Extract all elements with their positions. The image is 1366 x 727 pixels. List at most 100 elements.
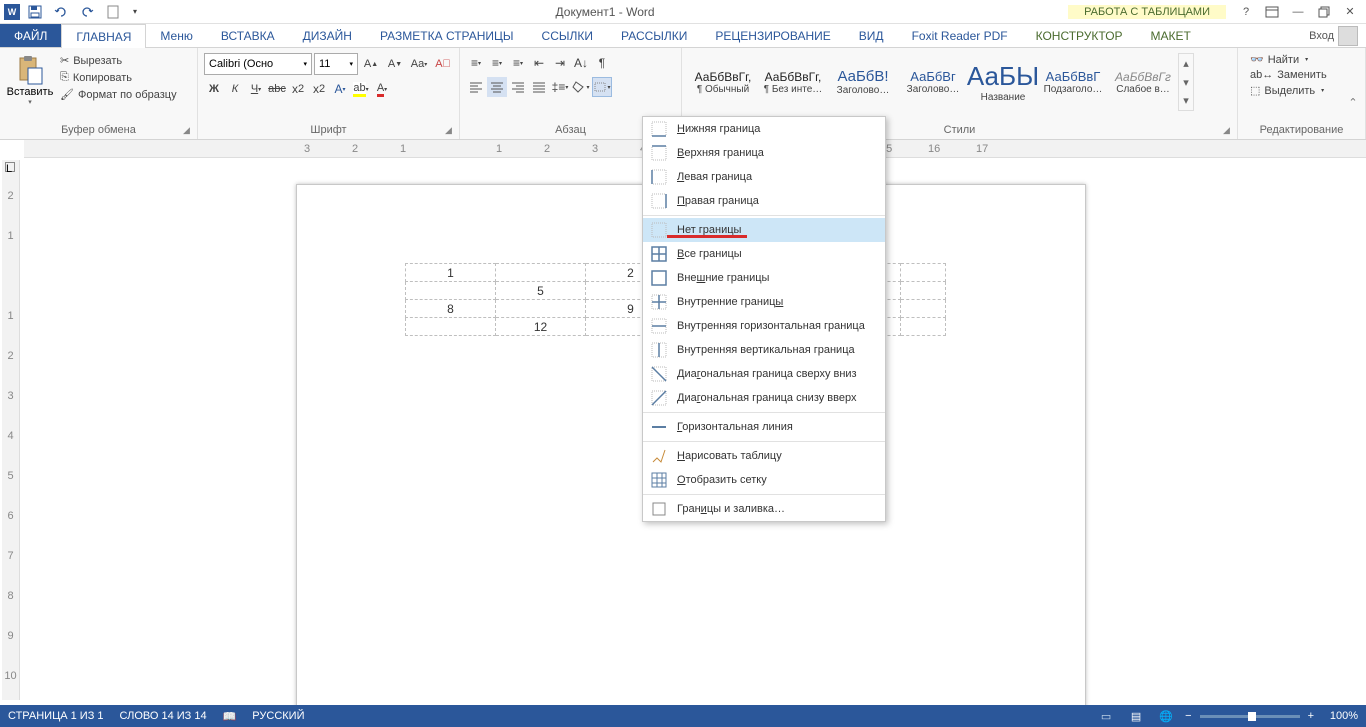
cut-button[interactable]: ✂Вырезать [56, 53, 181, 68]
select-button[interactable]: ⬚Выделить▾ [1246, 83, 1331, 98]
border-menu-item-8[interactable]: Внутренняя горизонтальная граница [643, 314, 885, 338]
zoom-slider[interactable] [1200, 715, 1300, 718]
restore-button[interactable] [1312, 2, 1336, 22]
increase-indent-button[interactable]: ⇥ [550, 53, 570, 73]
status-spell-icon[interactable]: 📖 [223, 710, 237, 723]
border-menu-item-2[interactable]: Левая граница [643, 165, 885, 189]
signin-label[interactable]: Вход [1309, 30, 1334, 42]
tab-references[interactable]: ССЫЛКИ [528, 24, 607, 47]
sort-button[interactable]: A↓ [571, 53, 591, 73]
border-menu-item-4[interactable]: Нет границы [643, 218, 885, 242]
tab-foxit[interactable]: Foxit Reader PDF [898, 24, 1022, 47]
tab-home[interactable]: ГЛАВНАЯ [61, 24, 146, 48]
copy-button[interactable]: ⎘Копировать [56, 70, 181, 85]
align-center-button[interactable] [487, 77, 507, 97]
table-cell[interactable]: 8 [406, 300, 496, 318]
tab-view[interactable]: ВИД [845, 24, 898, 47]
qat-new[interactable] [102, 2, 124, 22]
table-cell[interactable]: 5 [496, 282, 586, 300]
table-cell[interactable] [496, 300, 586, 318]
style-heading1[interactable]: АаБбВ!Заголово… [828, 53, 898, 111]
status-page[interactable]: СТРАНИЦА 1 ИЗ 1 [8, 710, 104, 722]
border-menu-item-5[interactable]: Все границы [643, 242, 885, 266]
user-avatar-placeholder[interactable] [1338, 26, 1358, 46]
multilevel-list-button[interactable]: ≡▾ [508, 53, 528, 73]
style-subtitle[interactable]: АаБбВвГПодзаголо… [1038, 53, 1108, 111]
italic-button[interactable]: К [225, 79, 245, 99]
border-menu-item-6[interactable]: Внешние границы [643, 266, 885, 290]
border-menu-item-7[interactable]: Внутренние границы [643, 290, 885, 314]
replace-button[interactable]: ab↔Заменить [1246, 68, 1331, 82]
shading-button[interactable]: ▾ [571, 77, 591, 97]
qat-redo[interactable] [76, 2, 98, 22]
tab-design[interactable]: ДИЗАЙН [289, 24, 366, 47]
qat-save[interactable] [24, 2, 46, 22]
table-cell[interactable] [901, 300, 946, 318]
bullets-button[interactable]: ≡▾ [466, 53, 486, 73]
table-cell[interactable] [901, 282, 946, 300]
border-menu-item-11[interactable]: Диагональная граница снизу вверх [643, 386, 885, 410]
text-effects-button[interactable]: A▾ [330, 79, 350, 99]
strikethrough-button[interactable]: abc [267, 79, 287, 99]
superscript-button[interactable]: x2 [309, 79, 329, 99]
tab-selector[interactable]: L [5, 162, 15, 172]
clear-formatting-button[interactable]: A⃠ [432, 53, 454, 75]
help-button[interactable]: ? [1234, 2, 1258, 22]
style-normal[interactable]: АаБбВвГг,¶ Обычный [688, 53, 758, 111]
border-menu-item-9[interactable]: Внутренняя вертикальная граница [643, 338, 885, 362]
change-case-button[interactable]: Aa▾ [408, 53, 430, 75]
collapse-ribbon-button[interactable]: ⌃ [1344, 93, 1362, 111]
border-menu-item-3[interactable]: Правая граница [643, 189, 885, 213]
grow-font-button[interactable]: A▲ [360, 53, 382, 75]
ribbon-display-options[interactable] [1260, 2, 1284, 22]
border-menu-item-15[interactable]: Границы и заливка… [643, 497, 885, 521]
font-size-combo[interactable]: 11▾ [314, 53, 358, 75]
font-name-combo[interactable]: Calibri (Осно▾ [204, 53, 312, 75]
font-dialog-launcher[interactable]: ◢ [445, 125, 457, 137]
border-menu-item-13[interactable]: Нарисовать таблицу [643, 444, 885, 468]
style-subtle[interactable]: АаБбВвГгСлабое в… [1108, 53, 1178, 111]
table-cell[interactable] [406, 318, 496, 336]
vertical-ruler[interactable]: L 211234567891011 [2, 160, 20, 700]
tab-insert[interactable]: ВСТАВКА [207, 24, 289, 47]
styles-gallery-scroll[interactable]: ▴▾▾ [1178, 53, 1194, 111]
tab-table-design[interactable]: КОНСТРУКТОР [1022, 24, 1137, 47]
qat-customize-dropdown[interactable]: ▾ [128, 2, 142, 22]
show-marks-button[interactable]: ¶ [592, 53, 612, 73]
align-right-button[interactable] [508, 77, 528, 97]
minimize-button[interactable]: — [1286, 2, 1310, 22]
paste-button[interactable]: Вставить ▾ [6, 50, 54, 106]
justify-button[interactable] [529, 77, 549, 97]
zoom-in-button[interactable]: + [1308, 710, 1314, 722]
zoom-level[interactable]: 100% [1322, 710, 1358, 722]
decrease-indent-button[interactable]: ⇤ [529, 53, 549, 73]
tab-menu[interactable]: Меню [146, 24, 206, 47]
view-print-layout[interactable]: ▤ [1125, 707, 1147, 725]
tab-file[interactable]: ФАЙЛ [0, 24, 61, 47]
tab-page-layout[interactable]: РАЗМЕТКА СТРАНИЦЫ [366, 24, 528, 47]
border-menu-item-0[interactable]: Нижняя граница [643, 117, 885, 141]
table-cell[interactable] [496, 264, 586, 282]
font-color-button[interactable]: A▾ [372, 79, 392, 99]
table-cell[interactable] [901, 318, 946, 336]
tab-mailings[interactable]: РАССЫЛКИ [607, 24, 701, 47]
format-painter-button[interactable]: 🖌Формат по образцу [56, 87, 181, 102]
view-web-layout[interactable]: 🌐 [1155, 707, 1177, 725]
table-cell[interactable] [901, 264, 946, 282]
numbering-button[interactable]: ≡▾ [487, 53, 507, 73]
tab-table-layout[interactable]: МАКЕТ [1137, 24, 1205, 47]
zoom-out-button[interactable]: − [1185, 710, 1191, 722]
borders-button[interactable]: ▾ [592, 77, 612, 97]
style-title[interactable]: АаБЫНазвание [968, 53, 1038, 111]
border-menu-item-12[interactable]: Горизонтальная линия [643, 415, 885, 439]
status-language[interactable]: РУССКИЙ [252, 710, 304, 722]
clipboard-dialog-launcher[interactable]: ◢ [183, 125, 195, 137]
bold-button[interactable]: Ж [204, 79, 224, 99]
border-menu-item-1[interactable]: Верхняя граница [643, 141, 885, 165]
qat-undo[interactable] [50, 2, 72, 22]
status-word-count[interactable]: СЛОВО 14 ИЗ 14 [120, 710, 207, 722]
underline-button[interactable]: Ч▾ [246, 79, 266, 99]
border-menu-item-14[interactable]: Отобразить сетку [643, 468, 885, 492]
subscript-button[interactable]: x2 [288, 79, 308, 99]
border-menu-item-10[interactable]: Диагональная граница сверху вниз [643, 362, 885, 386]
